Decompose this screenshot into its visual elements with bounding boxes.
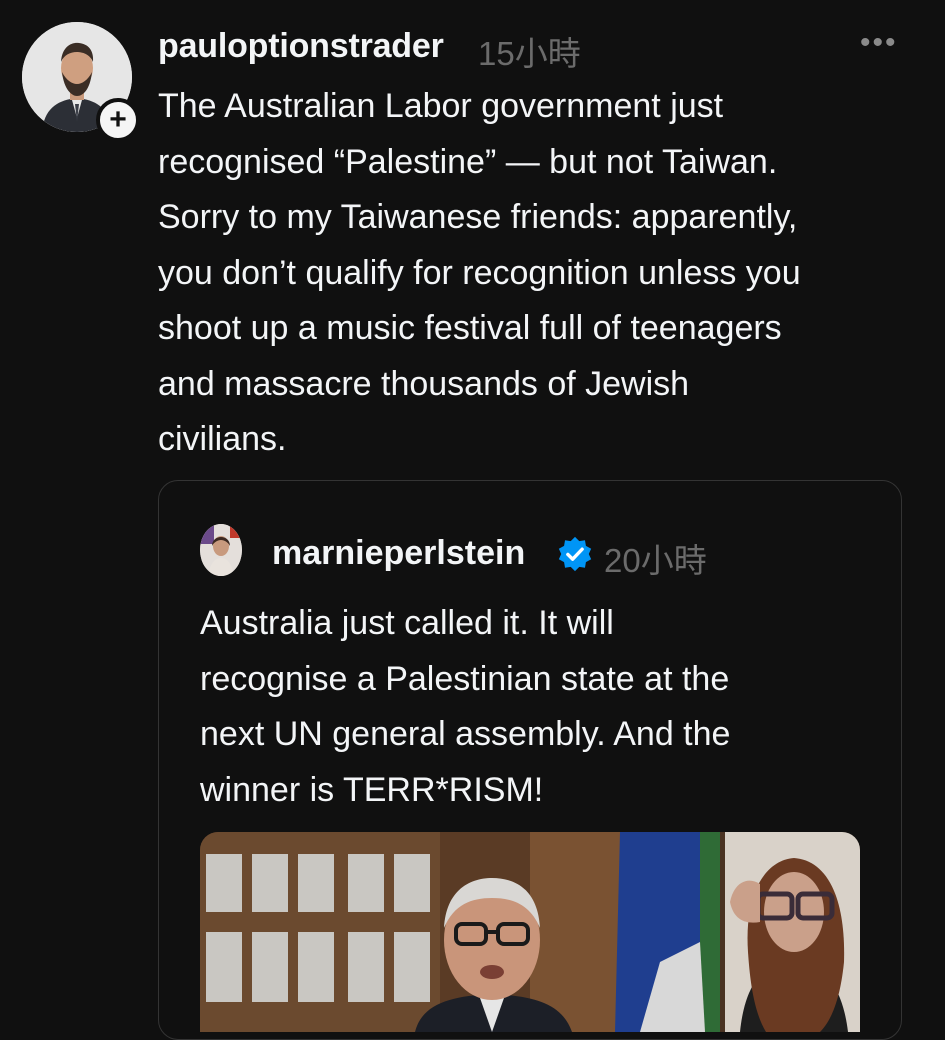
verified-badge-icon: [558, 536, 592, 572]
post-timestamp: 15小時: [478, 35, 581, 72]
quoted-post-timestamp: 20小時: [604, 542, 707, 579]
quoted-post-text: Australia just called it. It will recogn…: [200, 604, 731, 809]
quoted-post-media[interactable]: [200, 832, 860, 1032]
post-text: The Australian Labor government just rec…: [158, 87, 801, 458]
plus-icon: +: [109, 103, 127, 136]
author-username[interactable]: pauloptionstrader: [158, 27, 444, 66]
more-options-icon[interactable]: •••: [860, 26, 898, 60]
quoted-author-avatar[interactable]: [200, 524, 242, 576]
follow-button[interactable]: +: [96, 98, 140, 142]
quoted-author-username[interactable]: marnieperlstein: [272, 534, 525, 573]
quoted-avatar-image: [200, 524, 242, 576]
video-thumbnail-image: [200, 832, 860, 1032]
